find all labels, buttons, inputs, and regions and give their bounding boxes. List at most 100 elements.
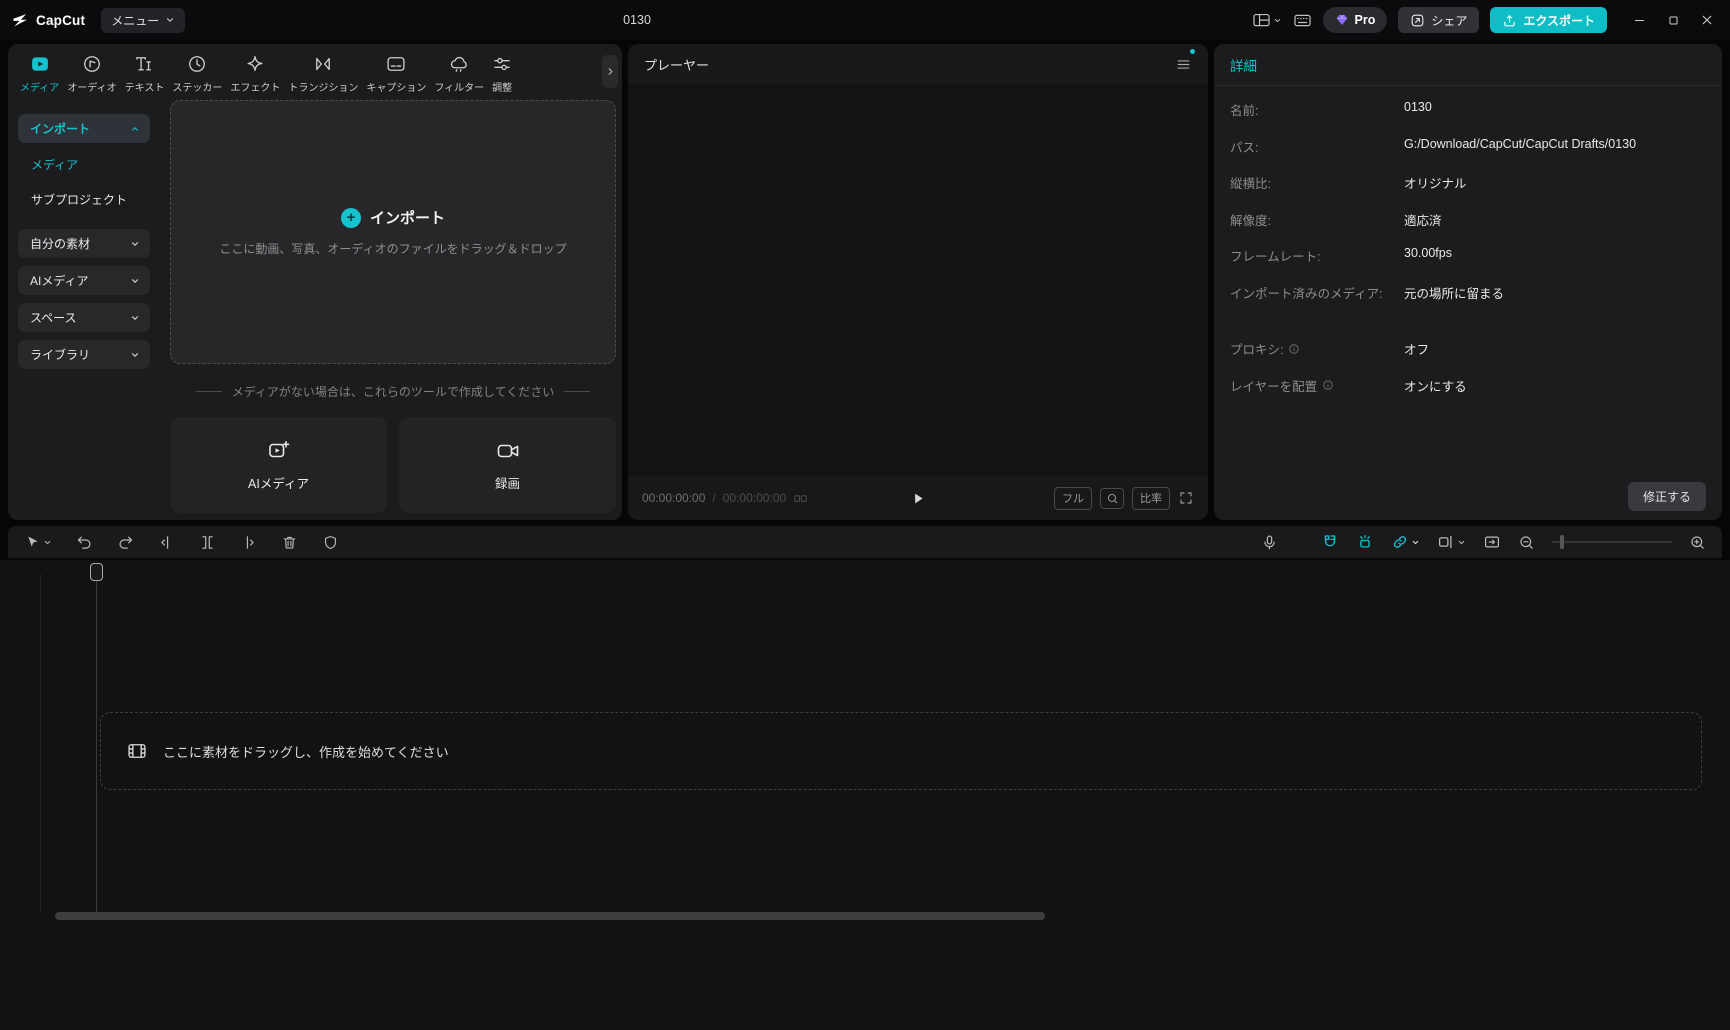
tab-filters[interactable]: フィルター [430, 52, 488, 96]
plus-icon: + [340, 207, 361, 228]
tab-label: トランジション [288, 83, 359, 94]
import-hint: ここに動画、写真、オーディオのファイルをドラッグ＆ドロップ [219, 242, 567, 256]
tab-text[interactable]: テキスト [121, 52, 169, 96]
adjust-icon [492, 54, 512, 74]
horizontal-scrollbar[interactable] [55, 912, 1045, 920]
export-button[interactable]: エクスポート [1490, 7, 1607, 33]
detail-label: プロキシ: [1230, 343, 1284, 357]
player-menu-icon[interactable] [1175, 56, 1192, 73]
clip-select-button[interactable] [1437, 533, 1466, 551]
tab-label: テキスト [124, 83, 165, 94]
layout-switch-button[interactable] [1252, 11, 1282, 30]
text-icon [134, 54, 154, 74]
more-tabs-button[interactable] [602, 55, 618, 88]
tab-captions[interactable]: キャプション [362, 52, 430, 96]
share-button[interactable]: シェア [1398, 7, 1480, 33]
card-label: AIメディア [248, 476, 309, 491]
titlebar: CapCut メニュー 0130 Pro シェア エクスポート [0, 0, 1730, 40]
import-dropzone[interactable]: + インポート ここに動画、写真、オーディオのファイルをドラッグ＆ドロップ [170, 100, 616, 364]
sidebar-item-label: スペース [30, 311, 77, 325]
pro-badge[interactable]: Pro [1322, 7, 1388, 33]
sidebar-group-my-assets[interactable]: 自分の素材 [18, 229, 150, 258]
tab-transitions[interactable]: トランジション [284, 52, 362, 96]
audio-icon [82, 54, 102, 74]
frame-step-icon[interactable] [793, 491, 808, 506]
tab-adjust[interactable]: 調整 [488, 52, 516, 96]
info-icon[interactable] [1288, 343, 1300, 355]
detail-value: 30.00fps [1404, 246, 1452, 260]
sidebar-item-import[interactable]: インポート [18, 114, 150, 143]
detail-row: 縦横比: オリジナル [1230, 173, 1706, 210]
play-button[interactable] [910, 490, 927, 507]
export-label: エクスポート [1523, 13, 1595, 28]
sidebar-item-label: AIメディア [30, 274, 89, 288]
tab-audio[interactable]: オーディオ [63, 52, 120, 96]
card-label: 録画 [494, 476, 520, 491]
record-icon [496, 439, 520, 463]
select-tool-button[interactable] [24, 534, 52, 551]
menu-button[interactable]: メニュー [101, 7, 186, 33]
share-label: シェア [1431, 13, 1468, 28]
fullscreen-icon[interactable] [1178, 490, 1194, 506]
chevron-right-icon [608, 68, 612, 75]
chevron-down-icon [1458, 540, 1465, 544]
timeline-drop-hint[interactable]: ここに素材をドラッグし、作成を始めてください [100, 712, 1702, 790]
magnet-snap-button[interactable] [1321, 533, 1339, 551]
split-button[interactable] [199, 534, 216, 551]
effects-icon [245, 54, 265, 74]
clip-select-icon [1438, 535, 1452, 549]
transition-icon [313, 54, 333, 74]
document-title: 0130 [623, 13, 651, 27]
link-clips-button[interactable] [1391, 533, 1420, 551]
timeline-zoom-slider[interactable] [1552, 535, 1672, 549]
preview-axis-button[interactable] [1356, 533, 1374, 551]
tab-effects[interactable]: エフェクト [226, 52, 284, 96]
close-button[interactable] [1690, 0, 1724, 40]
tab-stickers[interactable]: ステッカー [168, 52, 226, 96]
detail-value: 適応済 [1404, 213, 1442, 228]
detail-value: オンにする [1404, 379, 1467, 394]
chevron-down-icon [1274, 18, 1280, 22]
detail-value: 元の場所に留まる [1404, 286, 1505, 301]
timeline[interactable]: ここに素材をドラッグし、作成を始めてください [0, 560, 1730, 1030]
adapt-timeline-button[interactable] [1483, 533, 1501, 551]
delete-button[interactable] [281, 534, 298, 551]
redo-button[interactable] [117, 534, 134, 551]
player-title: プレーヤー [644, 57, 710, 73]
zoom-fit-button[interactable] [1100, 487, 1124, 509]
delete-right-button[interactable] [240, 534, 257, 551]
slider-handle[interactable] [1560, 535, 1564, 549]
sidebar-group-library[interactable]: ライブラリ [18, 340, 150, 369]
voiceover-mic-button[interactable] [1261, 534, 1278, 551]
media-tabbar: メディア オーディオ テキスト ステッカー エフェクト トランジション キャプシ… [8, 44, 622, 98]
minimize-button[interactable] [1622, 0, 1656, 40]
notification-dot [1190, 49, 1195, 54]
shortcut-keys-button[interactable] [1293, 11, 1312, 30]
divider [564, 391, 591, 392]
modify-button[interactable]: 修正する [1627, 482, 1706, 511]
record-card[interactable]: 録画 [399, 417, 616, 513]
zoom-in-button[interactable] [1689, 534, 1706, 551]
delete-left-button[interactable] [158, 534, 175, 551]
sidebar-group-ai-media[interactable]: AIメディア [18, 266, 150, 295]
info-icon[interactable] [1322, 379, 1334, 391]
import-title: インポート [369, 210, 445, 227]
caption-icon [386, 54, 406, 74]
zoom-out-button[interactable] [1518, 534, 1535, 551]
detail-row: インポート済みのメディア: 元の場所に留まる [1230, 283, 1706, 320]
sidebar-group-spaces[interactable]: スペース [18, 303, 150, 332]
ai-media-card[interactable]: AIメディア [170, 417, 387, 513]
maximize-button[interactable] [1656, 0, 1690, 40]
undo-button[interactable] [76, 534, 93, 551]
playhead-handle[interactable] [90, 563, 103, 581]
tab-media[interactable]: メディア [16, 52, 63, 96]
sidebar-item-subproject[interactable]: サブプロジェクト [18, 182, 150, 217]
tools-hint: メディアがない場合は、これらのツールで作成してください [231, 385, 555, 399]
player-viewport[interactable] [628, 84, 1208, 476]
ratio-button[interactable]: 比率 [1132, 486, 1170, 510]
sidebar-item-media[interactable]: メディア [18, 147, 150, 182]
mask-shield-button[interactable] [322, 534, 339, 551]
detail-value: G:/Download/CapCut/CapCut Drafts/0130 [1404, 136, 1637, 151]
timeline-hint-text: ここに素材をドラッグし、作成を始めてください [163, 744, 449, 760]
full-button[interactable]: フル [1054, 486, 1092, 510]
